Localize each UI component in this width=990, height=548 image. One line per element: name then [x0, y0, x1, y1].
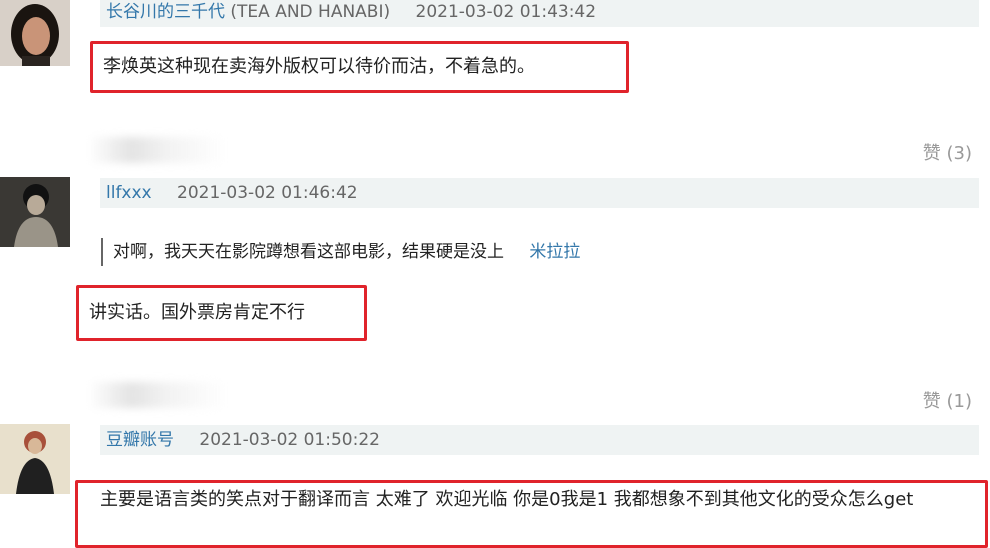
comment-text: 主要是语言类的笑点对于翻译而言 太难了 欢迎光临 你是0我是1 我都想象不到其他… [100, 489, 914, 510]
redacted-text [92, 382, 222, 408]
avatar[interactable] [0, 424, 70, 494]
quote-text: 对啊，我天天在影院蹲想看这部电影，结果硬是没上 [113, 242, 504, 262]
comment-header: llfxxx 2021-03-02 01:46:42 [100, 178, 979, 208]
comment-text: 讲实话。国外票房肯定不行 [89, 302, 305, 323]
like-button[interactable]: 赞 (1) [923, 387, 972, 413]
author-link[interactable]: llfxxx [100, 183, 152, 203]
timestamp: 2021-03-02 01:50:22 [199, 430, 380, 450]
avatar[interactable] [0, 0, 70, 66]
comment-header: 长谷川的三千代 (TEA AND HANABI) 2021-03-02 01:4… [100, 0, 979, 27]
comment-text: 李焕英这种现在卖海外版权可以待价而沽，不着急的。 [103, 56, 535, 77]
comment-body: 主要是语言类的笑点对于翻译而言 太难了 欢迎光临 你是0我是1 我都想象不到其他… [75, 480, 988, 548]
author-link[interactable]: 豆瓣账号 [100, 430, 174, 450]
comment-body: 李焕英这种现在卖海外版权可以待价而沽，不着急的。 [90, 41, 629, 93]
redacted-text [92, 137, 222, 163]
timestamp: 2021-03-02 01:43:42 [415, 2, 597, 22]
like-button[interactable]: 赞 (3) [923, 139, 972, 165]
quoted-reply: 对啊，我天天在影院蹲想看这部电影，结果硬是没上 米拉拉 [101, 238, 580, 266]
timestamp: 2021-03-02 01:46:42 [177, 183, 358, 203]
comment-body: 讲实话。国外票房肯定不行 [76, 285, 367, 341]
comment-header: 豆瓣账号 2021-03-02 01:50:22 [100, 425, 979, 455]
avatar[interactable] [0, 177, 70, 247]
author-link[interactable]: 长谷川的三千代 (TEA AND HANABI) [100, 2, 396, 22]
quote-author-link[interactable]: 米拉拉 [529, 242, 580, 262]
